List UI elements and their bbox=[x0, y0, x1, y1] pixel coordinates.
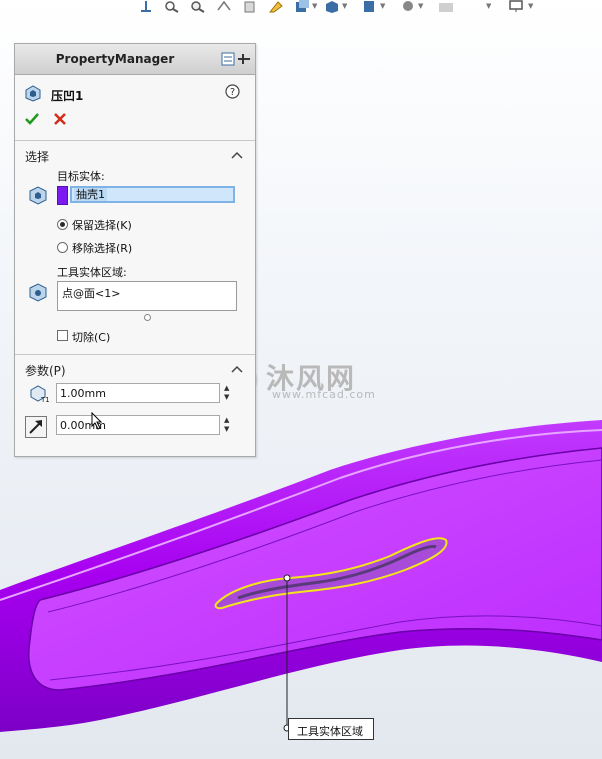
mouse-cursor-icon bbox=[91, 412, 103, 430]
help-icon[interactable]: ? bbox=[225, 84, 240, 99]
target-body-icon bbox=[29, 186, 47, 205]
edit-appearance-icon[interactable] bbox=[400, 0, 416, 13]
apply-scene-icon[interactable] bbox=[438, 0, 454, 13]
chevron-down-icon[interactable]: ▼ bbox=[342, 2, 347, 10]
callout-label: 工具实体区域 bbox=[297, 725, 363, 738]
panel-header: PropertyManager bbox=[15, 44, 255, 75]
property-manager-panel: PropertyManager 压凹1 ? 选择 目标实体: 抽壳1 保留选择(… bbox=[14, 43, 256, 457]
hide-show-items-icon[interactable] bbox=[362, 0, 378, 13]
chevron-down-icon[interactable]: ▼ bbox=[380, 2, 385, 10]
target-body-item[interactable]: 抽壳1 bbox=[74, 188, 107, 201]
heads-up-toolbar: ▼ ▼ ▼ ▼ ▼ ▼ bbox=[130, 0, 550, 16]
section-title-selections[interactable]: 选择 bbox=[25, 148, 49, 165]
ok-checkmark-icon[interactable] bbox=[25, 112, 39, 126]
view-setting-monitor-icon[interactable] bbox=[508, 0, 524, 13]
tool-region-item[interactable]: 点@面<1> bbox=[62, 285, 120, 301]
svg-text:T1: T1 bbox=[40, 396, 49, 404]
tool-region-label: 工具实体区域: bbox=[57, 266, 127, 279]
spin-down-icon[interactable]: ▼ bbox=[224, 393, 229, 401]
target-body-label: 目标实体: bbox=[57, 170, 105, 183]
cut-label[interactable]: 切除(C) bbox=[72, 329, 110, 345]
target-body-color-swatch bbox=[57, 186, 68, 205]
remove-selection-label[interactable]: 移除选择(R) bbox=[72, 240, 132, 256]
indent-feature-icon bbox=[25, 85, 41, 102]
cancel-x-icon[interactable] bbox=[53, 112, 67, 126]
tool-region-selection-box[interactable]: 点@面<1> bbox=[57, 281, 237, 311]
zoom-fit-icon[interactable] bbox=[164, 0, 180, 13]
list-resize-handle[interactable] bbox=[144, 314, 151, 321]
chevron-up-icon[interactable] bbox=[231, 150, 243, 160]
spin-up-icon[interactable]: ▲ bbox=[224, 384, 229, 392]
target-body-selection-box[interactable]: 抽壳1 bbox=[70, 186, 235, 203]
clearance-input[interactable]: 0.00mm bbox=[56, 415, 220, 435]
panel-title: PropertyManager bbox=[55, 52, 175, 66]
thickness-input[interactable]: 1.00mm bbox=[56, 383, 220, 403]
thickness-spinner[interactable]: ▲ ▼ bbox=[221, 383, 235, 403]
thickness-icon: T1 bbox=[30, 385, 49, 404]
chevron-down-icon[interactable]: ▼ bbox=[418, 2, 423, 10]
remove-selection-radio[interactable] bbox=[57, 242, 68, 253]
watermark-url: www.mfcad.com bbox=[272, 388, 376, 401]
view-settings-icon[interactable] bbox=[294, 0, 310, 13]
feature-header: 压凹1 ? bbox=[23, 84, 248, 104]
divider bbox=[15, 354, 255, 355]
feature-name: 压凹1 bbox=[51, 89, 84, 103]
spin-up-icon[interactable]: ▲ bbox=[224, 416, 229, 424]
previous-view-icon[interactable] bbox=[216, 0, 232, 13]
thickness-value[interactable]: 1.00mm bbox=[60, 387, 106, 400]
view-orientation-icon[interactable] bbox=[138, 0, 154, 13]
section-title-parameters[interactable]: 参数(P) bbox=[25, 362, 66, 379]
display-style-icon[interactable] bbox=[324, 0, 340, 13]
section-view-icon[interactable] bbox=[242, 0, 258, 13]
arrow-diagonal-icon bbox=[29, 420, 42, 434]
svg-text:?: ? bbox=[230, 87, 235, 98]
clearance-spinner[interactable]: ▲ ▼ bbox=[221, 415, 235, 435]
zoom-area-icon[interactable] bbox=[190, 0, 206, 13]
callout-anchor bbox=[283, 574, 291, 582]
reverse-direction-button[interactable] bbox=[25, 416, 47, 438]
keep-selection-label[interactable]: 保留选择(K) bbox=[72, 217, 132, 233]
callout-tool-region[interactable]: 工具实体区域 bbox=[288, 718, 374, 740]
tool-body-region-icon bbox=[29, 283, 47, 302]
divider bbox=[15, 140, 255, 141]
dynamic-annotation-icon[interactable] bbox=[268, 0, 284, 13]
cut-checkbox[interactable] bbox=[57, 330, 68, 341]
chevron-down-icon[interactable]: ▼ bbox=[528, 2, 533, 10]
chevron-down-icon[interactable]: ▼ bbox=[486, 2, 491, 10]
keep-selection-radio[interactable] bbox=[57, 219, 68, 230]
chevron-down-icon[interactable]: ▼ bbox=[312, 2, 317, 10]
spin-down-icon[interactable]: ▼ bbox=[224, 425, 229, 433]
pin-icon[interactable] bbox=[221, 52, 251, 66]
chevron-up-icon[interactable] bbox=[231, 364, 243, 374]
